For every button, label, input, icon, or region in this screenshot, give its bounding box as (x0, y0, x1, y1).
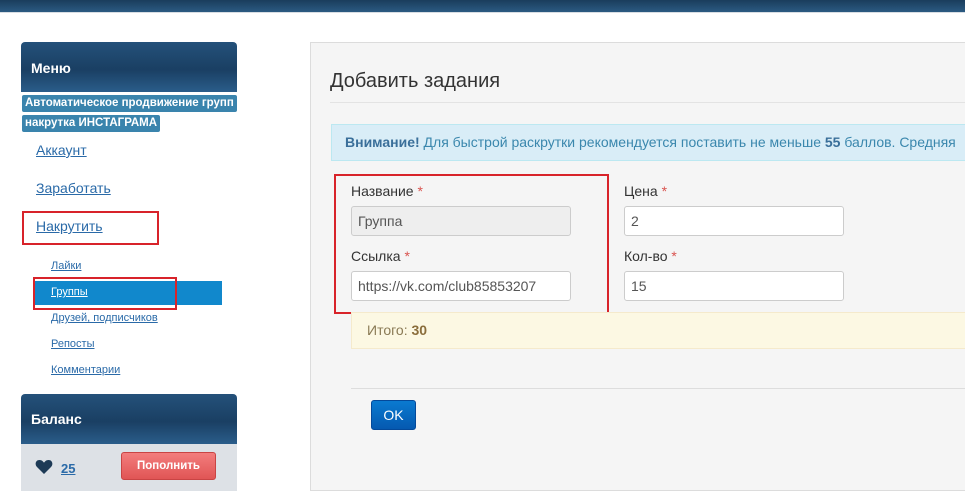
sub-comments-link[interactable]: Комментарии (51, 364, 120, 376)
form-divider (351, 388, 965, 389)
nav-earn-link[interactable]: Заработать (36, 180, 111, 196)
ok-button[interactable]: OK (371, 400, 416, 430)
title-divider (330, 102, 965, 103)
qty-required-mark: * (671, 248, 677, 264)
info-alert: Внимание! Для быстрой раскрутки рекоменд… (331, 124, 965, 161)
sub-reposts-link[interactable]: Репосты (51, 338, 95, 350)
balance-title: Баланс (31, 411, 82, 427)
promo-auto-groups[interactable]: Автоматическое продвижение групп (22, 95, 237, 112)
price-label: Цена * (624, 183, 667, 199)
alert-min-points: 55 (824, 134, 841, 150)
highlight-groups (33, 277, 177, 310)
nav-account-link[interactable]: Аккаунт (36, 142, 87, 158)
menu-header: Меню (21, 42, 237, 92)
menu-title: Меню (31, 60, 71, 76)
balance-header: Баланс (21, 394, 237, 444)
heart-icon (35, 460, 53, 474)
top-banner (0, 0, 965, 12)
balance-value[interactable]: 25 (61, 461, 75, 476)
alert-text-before: Для быстрой раскрутки рекомендуется пост… (419, 134, 825, 150)
qty-label: Кол-во * (624, 248, 677, 264)
price-required-mark: * (661, 183, 668, 199)
qty-input[interactable] (624, 271, 844, 301)
price-label-text: Цена (624, 183, 658, 199)
total-label: Итого: (367, 322, 408, 338)
topup-button[interactable]: Пополнить (121, 452, 216, 480)
promo-instagram[interactable]: накрутка ИНСТАГРАМА (22, 115, 161, 132)
sub-friends-link[interactable]: Друзей, подписчиков (51, 312, 158, 324)
sub-likes-link[interactable]: Лайки (51, 260, 81, 272)
highlight-boost (22, 211, 159, 245)
price-input[interactable] (624, 206, 844, 236)
total-value: 30 (411, 322, 428, 338)
page-title: Добавить задания (330, 70, 501, 92)
qty-label-text: Кол-во (624, 248, 668, 264)
total-box: Итого: 30 (351, 312, 965, 349)
highlight-name-link (334, 174, 609, 314)
alert-strong: Внимание! (345, 134, 420, 150)
alert-text-after: баллов. Средняя (840, 134, 956, 150)
top-divider (0, 12, 965, 13)
